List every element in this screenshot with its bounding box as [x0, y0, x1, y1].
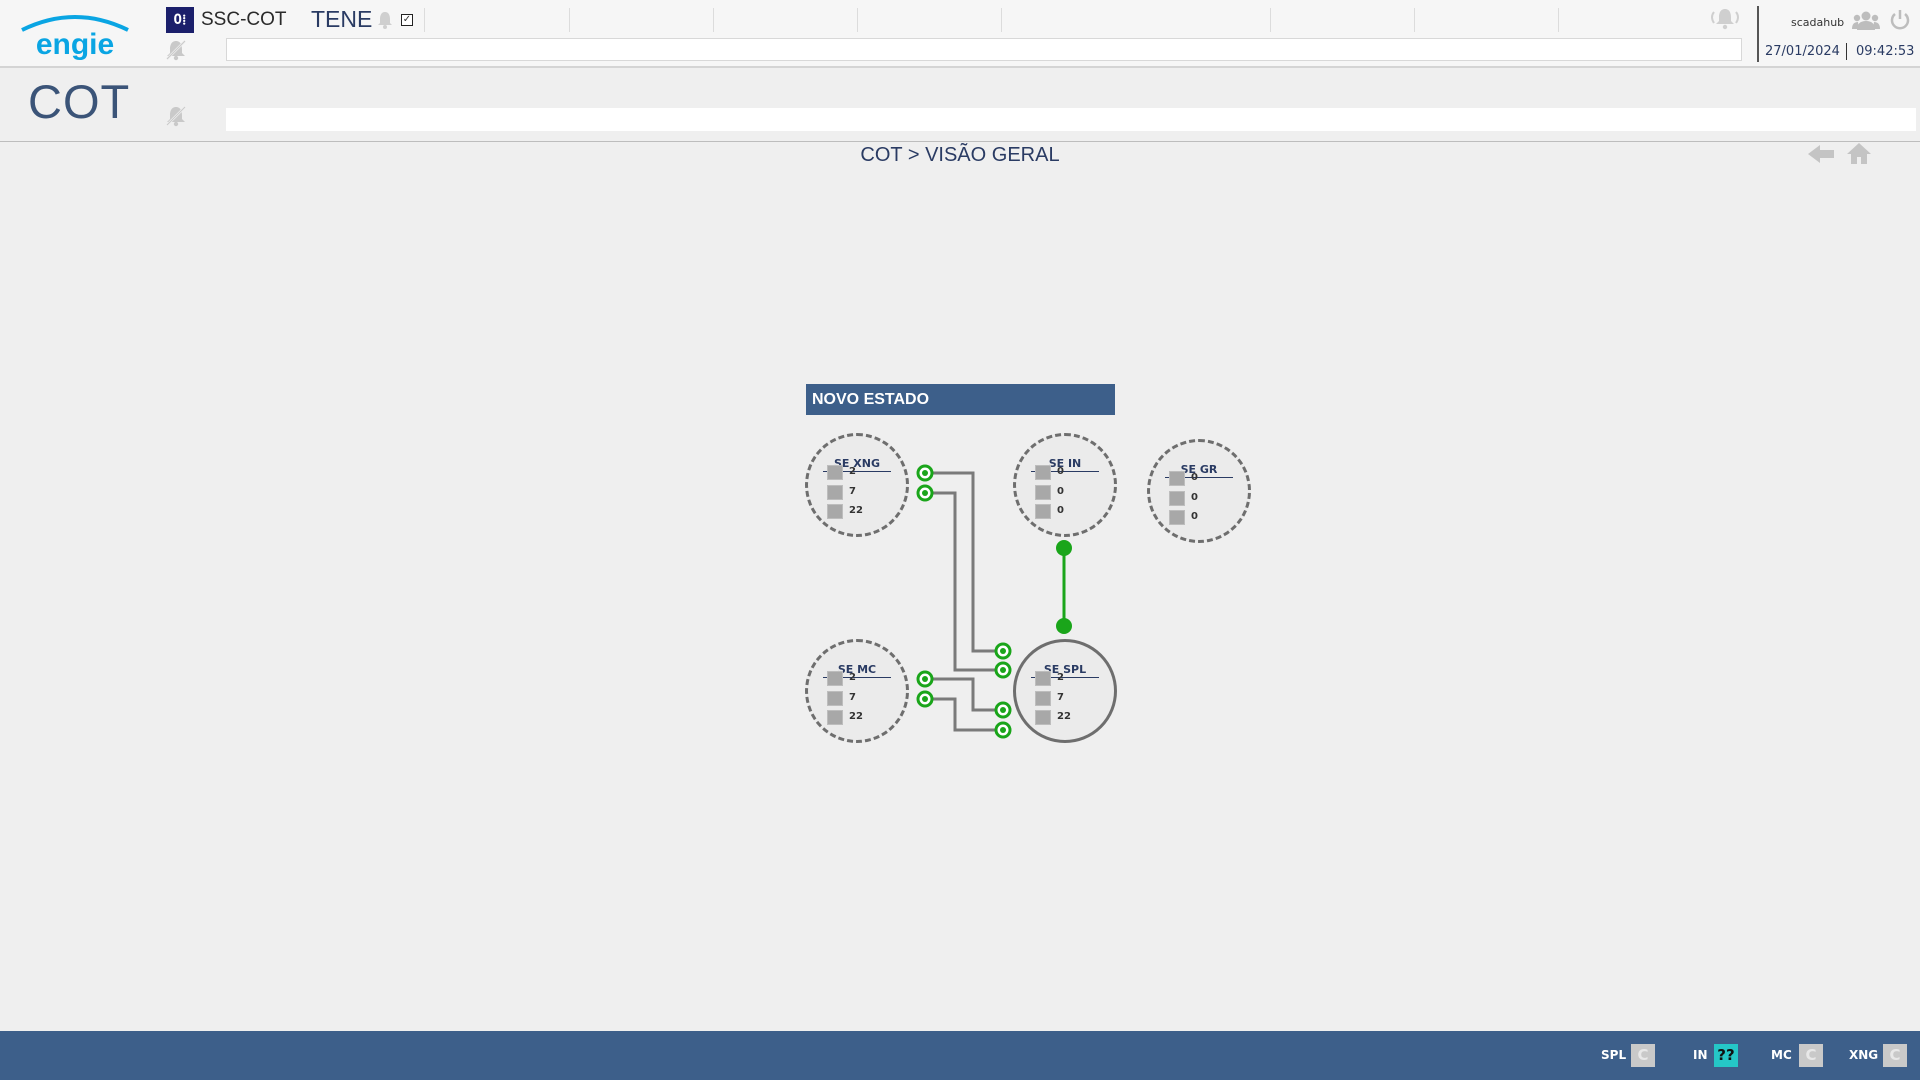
node-ring: [1013, 639, 1117, 743]
xng-connector-2: [916, 484, 934, 502]
top-header: engie O⁞ SSC-COT TENE ✓ scadahub 27/01/2…: [0, 0, 1920, 68]
current-time: 09:42:53: [1856, 44, 1915, 59]
node-ring: [805, 639, 909, 743]
back-arrow-icon[interactable]: [1806, 143, 1836, 165]
user-group-label: TENE: [311, 6, 373, 32]
power-icon[interactable]: [1889, 9, 1911, 31]
spl-connector-2: [994, 661, 1012, 679]
status-footer: SPL C IN ?? MC C XNG C: [0, 1031, 1920, 1080]
warning-icon: [827, 485, 843, 500]
tab-separator: [1001, 8, 1002, 32]
substation-node-gr[interactable]: SE GR 0 0 0: [1147, 439, 1251, 543]
substation-node-xng[interactable]: SE XNG 2 7 22: [805, 433, 909, 537]
spl-connector-4: [994, 721, 1012, 739]
acknowledge-checkbox[interactable]: ✓: [401, 14, 413, 26]
substation-node-in[interactable]: SE IN 0 0 0: [1013, 433, 1117, 537]
tab-separator: [569, 8, 570, 32]
gear-icon: [1035, 465, 1051, 480]
tab-separator: [1414, 8, 1415, 32]
warning-icon: [1035, 485, 1051, 500]
date-time-separator: [1846, 43, 1847, 60]
status-label: MC: [1771, 1048, 1792, 1062]
current-date: 27/01/2024: [1765, 44, 1840, 59]
node-value: 22: [849, 711, 863, 722]
node-value: 0: [1191, 492, 1198, 503]
link-xng-spl-1: [925, 471, 1003, 653]
status-label: SPL: [1601, 1048, 1627, 1062]
device-icon: [827, 504, 843, 519]
gear-icon: [827, 671, 843, 686]
node-value: 2: [1057, 672, 1064, 683]
system-badge-icon[interactable]: O⁞: [166, 7, 194, 33]
link-xng-spl-2: [925, 491, 1003, 672]
bell-icon[interactable]: [376, 10, 394, 30]
node-value: 0: [1057, 505, 1064, 516]
node-value: 0: [1057, 466, 1064, 477]
node-value: 7: [1057, 692, 1064, 703]
username: scadahub: [1791, 16, 1845, 29]
tab-separator: [1558, 8, 1559, 32]
tab-separator: [1270, 8, 1271, 32]
tab-separator: [424, 8, 425, 32]
area-title: COT: [28, 75, 131, 128]
status-indicator[interactable]: C: [1631, 1044, 1655, 1067]
tab-separator: [857, 8, 858, 32]
header-divider: [1757, 6, 1759, 62]
gear-icon: [1169, 471, 1185, 486]
link-mc-spl-2: [925, 697, 1003, 732]
home-icon[interactable]: [1846, 141, 1872, 165]
alarm-ringing-icon[interactable]: [1708, 6, 1742, 32]
node-value: 2: [849, 672, 856, 683]
gear-icon: [827, 465, 843, 480]
mute-bell-icon[interactable]: [164, 104, 188, 128]
spl-connector-3: [994, 701, 1012, 719]
svg-text:engie: engie: [36, 28, 114, 60]
device-icon: [1035, 710, 1051, 725]
mc-connector-2: [916, 690, 934, 708]
xng-connector-1: [916, 464, 934, 482]
alarm-line-top[interactable]: [226, 38, 1742, 61]
device-icon: [1035, 504, 1051, 519]
area-header: COT: [0, 70, 1920, 142]
device-icon: [827, 710, 843, 725]
node-value: 2: [849, 466, 856, 477]
mc-connector-1: [916, 670, 934, 688]
node-ring: [1013, 433, 1117, 537]
engie-logo: engie: [21, 15, 129, 60]
device-icon: [1169, 510, 1185, 525]
mute-bell-icon[interactable]: [164, 38, 188, 62]
node-value: 7: [849, 692, 856, 703]
warning-icon: [1035, 691, 1051, 706]
gear-icon: [1035, 671, 1051, 686]
in-connector-dot: [1056, 540, 1072, 556]
spl-connector-1: [994, 642, 1012, 660]
substation-node-mc[interactable]: SE MC 2 7 22: [805, 639, 909, 743]
node-value: 0: [1057, 486, 1064, 497]
status-indicator[interactable]: C: [1883, 1044, 1907, 1067]
status-label: IN: [1693, 1048, 1708, 1062]
status-indicator[interactable]: C: [1799, 1044, 1823, 1067]
node-value: 0: [1191, 472, 1198, 483]
system-name[interactable]: SSC-COT: [201, 9, 287, 31]
node-value: 7: [849, 486, 856, 497]
node-value: 0: [1191, 511, 1198, 522]
status-indicator[interactable]: ??: [1714, 1044, 1738, 1067]
warning-icon: [827, 691, 843, 706]
breadcrumb: COT > VISÃO GERAL: [860, 144, 1060, 166]
node-value: 22: [849, 505, 863, 516]
users-icon[interactable]: [1852, 10, 1880, 32]
warning-icon: [1169, 491, 1185, 506]
substation-node-spl[interactable]: SE SPL 2 7 22: [1013, 639, 1117, 743]
status-label: XNG: [1849, 1048, 1879, 1062]
state-banner: NOVO ESTADO: [806, 384, 1115, 415]
node-ring: [1147, 439, 1251, 543]
node-value: 22: [1057, 711, 1071, 722]
link-mc-spl-1: [925, 677, 1003, 712]
spl-connector-dot: [1056, 618, 1072, 634]
node-ring: [805, 433, 909, 537]
tab-separator: [713, 8, 714, 32]
alarm-line-area[interactable]: [226, 108, 1916, 131]
